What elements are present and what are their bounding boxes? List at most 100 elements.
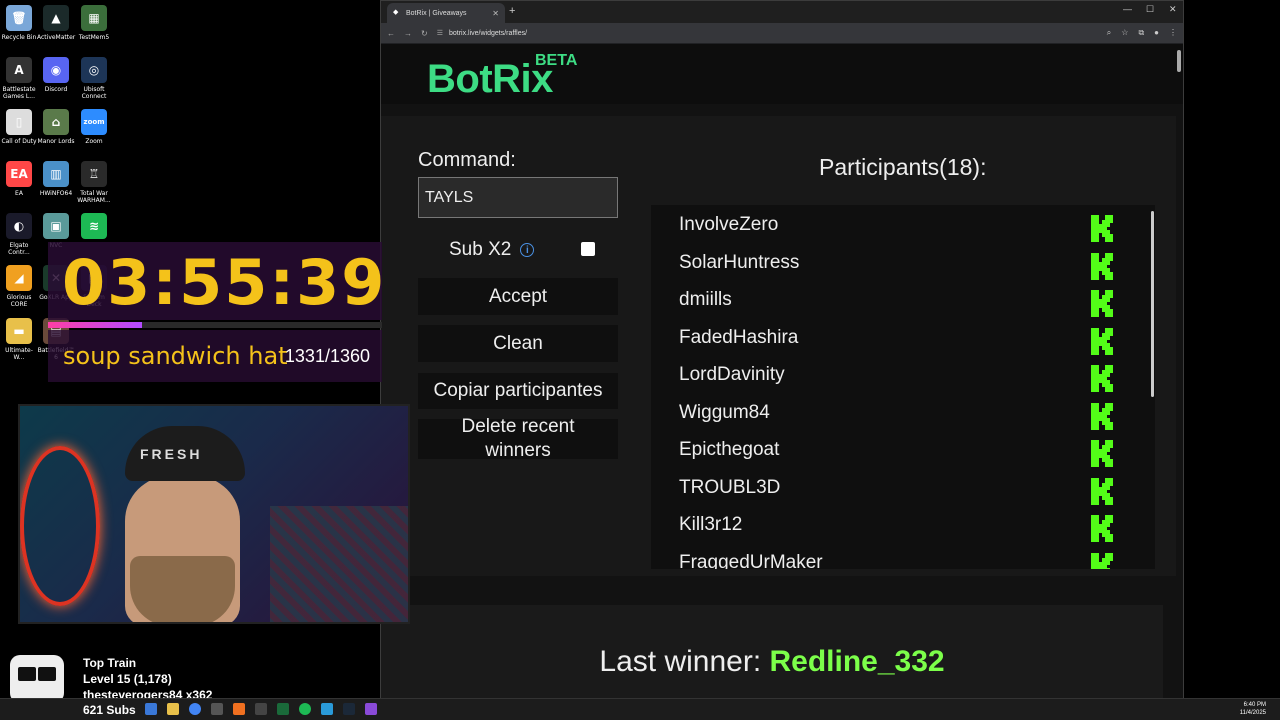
botrix-page: BotRix BETA Command: TAYLS Sub X2 i Acce… (381, 44, 1183, 700)
menu-icon[interactable]: ⋮ (1169, 28, 1177, 38)
kick-platform-icon (1091, 252, 1116, 280)
list-scrollbar[interactable] (1151, 211, 1154, 397)
glorious-icon: ◢ (6, 265, 32, 291)
desktop-icon-label: HWiNFO64 (39, 190, 73, 197)
participants-list: InvolveZero SolarHuntress dmiills FadedHash… (651, 205, 1155, 569)
url-field[interactable]: botrix.live/widgets/raffles/ (449, 30, 527, 37)
folder-icon[interactable] (167, 703, 179, 715)
desktop-icon-label: Manor Lords (37, 138, 75, 145)
desktop-callofduty-shortcut[interactable]: ▯ Call of Duty (0, 109, 38, 145)
hwinfo-icon: ▥ (43, 161, 69, 187)
page-scrollbar[interactable] (1177, 50, 1181, 72)
desktop-activematter-shortcut[interactable]: ▲ ActiveMatter (37, 5, 75, 41)
taskbar-app-icon[interactable] (255, 703, 267, 715)
zoom-icon[interactable]: ⌕ (1107, 28, 1111, 38)
participant-name: FadedHashira (679, 326, 799, 348)
copy-participants-button[interactable]: Copiar participantes (418, 373, 618, 409)
testmem-icon: ▦ (81, 5, 107, 31)
totalwar-icon: ♖ (81, 161, 107, 187)
kick-platform-icon (1091, 365, 1116, 392)
taskbar-app-icon[interactable] (233, 703, 245, 715)
back-icon[interactable]: ← (387, 29, 395, 38)
last-winner-label: Last winner: (599, 645, 762, 678)
last-winner-bar: Last winner: Redline_332 (381, 605, 1163, 700)
botrix-logo[interactable]: BotRix (427, 57, 553, 102)
participant-name: LordDavinity (679, 364, 785, 385)
profile-icon[interactable]: ● (1154, 28, 1159, 38)
desktop-glorious-shortcut[interactable]: ◢ Glorious CORE (0, 265, 38, 308)
taskbar-app-icon[interactable] (365, 703, 377, 715)
delete-recent-winners-button[interactable]: Delete recent winners (418, 416, 618, 461)
callofduty-icon: ▯ (6, 109, 32, 135)
sub-x2-label: Sub X2 (449, 239, 512, 260)
desktop-recycle-bin-shortcut[interactable]: 🗑 Recycle Bin (0, 5, 38, 41)
extensions-icon[interactable]: ⧉ (1138, 28, 1144, 38)
site-info-icon[interactable]: ☰ (437, 29, 443, 37)
reload-icon[interactable]: ↻ (421, 29, 428, 38)
kick-platform-icon (1091, 215, 1116, 242)
kick-platform-icon (1091, 327, 1116, 355)
system-clock[interactable]: 6:40 PM 11/4/2025 (1240, 701, 1266, 717)
accept-button[interactable]: Accept (418, 278, 618, 315)
nvc-icon: ▣ (43, 213, 69, 239)
desktop-ea-shortcut[interactable]: EA EA (0, 161, 38, 197)
desktop-totalwar-shortcut[interactable]: ♖ Total War WARHAM... (75, 161, 113, 204)
desktop-ubisoft-shortcut[interactable]: ◎ Ubisoft Connect (75, 57, 113, 100)
sub-x2-checkbox[interactable] (581, 242, 595, 256)
maximize-button[interactable]: ☐ (1146, 4, 1154, 15)
beta-badge: BETA (535, 52, 578, 69)
clock-time: 6:40 PM (1243, 702, 1266, 708)
bookmark-star-icon[interactable]: ☆ (1121, 28, 1128, 38)
desktop-discord-shortcut[interactable]: ◉ Discord (37, 57, 75, 93)
desktop-icon-label: Ubisoft Connect (81, 86, 107, 100)
participant-name: Wiggum84 (679, 401, 770, 423)
desktop-battlestate-shortcut[interactable]: A Battlestate Games L... (0, 57, 38, 100)
participant-name: dmiills (679, 289, 732, 310)
desktop-manorlords-shortcut[interactable]: ⌂ Manor Lords (37, 109, 75, 145)
desktop-icon-label: Discord (44, 86, 68, 93)
streamer-beard (130, 556, 235, 622)
train-level: Level 15 (1,178) (83, 672, 172, 686)
window-close-button[interactable]: ✕ (1169, 4, 1177, 15)
new-tab-button[interactable]: + (509, 5, 515, 17)
desktop-hwinfo-shortcut[interactable]: ▥ HWiNFO64 (37, 161, 75, 197)
forward-icon[interactable]: → (404, 29, 412, 38)
info-icon[interactable]: i (520, 243, 535, 257)
battlestate-icon: A (6, 57, 32, 83)
taskbar-app-icon[interactable] (321, 703, 333, 715)
discord-icon: ◉ (43, 57, 69, 83)
tab-close-icon[interactable]: ✕ (492, 9, 499, 18)
spotify-icon: ≋ (81, 213, 107, 239)
steam-icon[interactable] (343, 703, 355, 715)
last-winner: Last winner: Redline_332 (381, 645, 1163, 679)
minimize-button[interactable]: — (1123, 4, 1132, 14)
goal-box: soup sandwich hat 1331/1360 (48, 330, 382, 382)
subs-count: 621 Subs (83, 703, 136, 717)
spotify-taskbar-icon[interactable] (299, 703, 311, 715)
tab-botrix[interactable]: ◆ BotRix | Giveaways ✕ (387, 3, 505, 23)
desktop-testmem-shortcut[interactable]: ▦ TestMem5 (75, 5, 113, 41)
taskbar-app-icon[interactable] (211, 703, 223, 715)
address-bar: ← → ↻ ☰ botrix.live/widgets/raffles/ ⌕ ☆… (381, 23, 1183, 43)
desktop-spotify-shortcut[interactable]: ≋ (75, 213, 113, 242)
desktop-zoom-shortcut[interactable]: zoom Zoom (75, 109, 113, 145)
page-header: BotRix BETA (381, 44, 1183, 104)
chrome-icon[interactable] (189, 703, 201, 715)
participant-name: Epicthegoat (679, 439, 780, 460)
zoom-icon: zoom (81, 109, 107, 135)
taskbar-app-icon[interactable] (145, 703, 157, 715)
goal-count: 1331/1360 (284, 346, 370, 366)
goxlr-taskbar-icon[interactable] (277, 703, 289, 715)
clean-button[interactable]: Clean (418, 325, 618, 362)
tab-bar: ◆ BotRix | Giveaways ✕ + — ☐ ✕ (381, 1, 1183, 23)
command-input[interactable]: TAYLS (418, 177, 618, 218)
participant-name: TROUBL3D (679, 476, 781, 498)
desktop-elgato-shortcut[interactable]: ◐ Elgato Contr... (0, 213, 38, 256)
desktop-folder-shortcut[interactable]: ▬ Ultimate-W... (0, 318, 38, 361)
desktop-icon-label: ActiveMatter (37, 34, 76, 41)
timer-progress-fill (48, 322, 142, 328)
goal-text: soup sandwich hat (63, 342, 288, 370)
clock-date: 11/4/2025 (1239, 710, 1266, 716)
ubisoft-icon: ◎ (81, 57, 107, 83)
ea-icon: EA (6, 161, 32, 187)
